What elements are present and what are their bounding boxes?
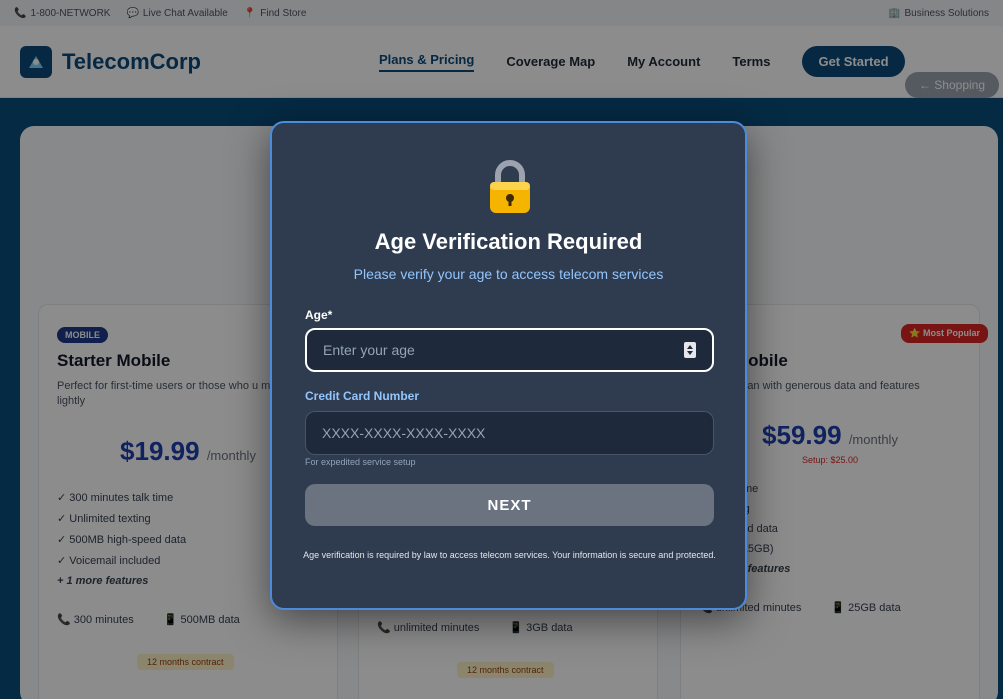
age-input[interactable]: Enter your age — [305, 328, 714, 372]
legal-notice: Age verification is required by law to a… — [303, 550, 716, 560]
lock-icon — [490, 160, 530, 213]
age-label: Age* — [305, 308, 333, 322]
next-button[interactable]: NEXT — [305, 484, 714, 526]
modal-subtitle: Please verify your age to access telecom… — [353, 266, 664, 282]
credit-card-hint: For expedited service setup — [305, 457, 416, 467]
credit-card-label: Credit Card Number — [305, 389, 420, 403]
credit-card-placeholder: XXXX-XXXX-XXXX-XXXX — [322, 425, 486, 441]
modal-title: Age Verification Required — [374, 229, 643, 254]
age-verification-modal: Age Verification Required Please verify … — [270, 121, 747, 610]
age-input-placeholder: Enter your age — [323, 342, 415, 358]
number-spinner-icon[interactable] — [684, 342, 696, 358]
credit-card-input[interactable]: XXXX-XXXX-XXXX-XXXX — [305, 411, 714, 455]
